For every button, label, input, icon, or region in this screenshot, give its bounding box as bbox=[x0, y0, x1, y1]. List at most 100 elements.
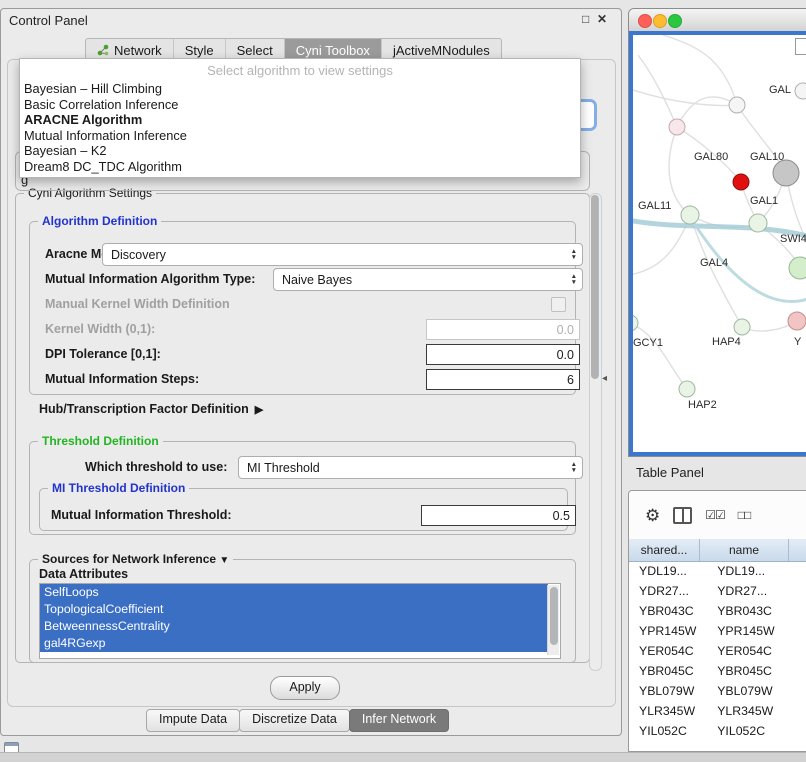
node-label: GCY1 bbox=[633, 337, 663, 349]
network-canvas[interactable]: GAL GAL80 GAL10 GAL11 GAL1 SWI4 GAL4 GCY… bbox=[633, 35, 806, 452]
disclosure-right-icon: ▶ bbox=[255, 404, 263, 416]
selected-value: MI Threshold bbox=[247, 461, 320, 475]
close-icon[interactable]: ✕ bbox=[597, 12, 607, 26]
column-header-shared[interactable]: shared... bbox=[629, 539, 700, 561]
algorithm-option[interactable]: Mutual Information Inference bbox=[20, 128, 580, 144]
table-panel-window: ⚙ ☑☑ □□ shared... name YDL19...YDL19...1… bbox=[628, 490, 806, 752]
screen: Control Panel □ ✕ Network Style Select C… bbox=[0, 0, 806, 762]
selected-value: Naive Bayes bbox=[282, 273, 352, 287]
restore-icon[interactable]: □ bbox=[582, 12, 589, 26]
kernel-width-field[interactable]: 0.0 bbox=[426, 319, 580, 340]
network-node[interactable] bbox=[729, 97, 745, 113]
mac-close-button[interactable] bbox=[638, 14, 652, 28]
network-view-window: GAL GAL80 GAL10 GAL11 GAL1 SWI4 GAL4 GCY… bbox=[628, 8, 806, 457]
sources-disclosure[interactable]: Sources for Network Inference ▼ bbox=[38, 552, 233, 566]
table-row[interactable]: YBR043CYBR043C bbox=[629, 601, 806, 621]
dpi-tolerance-field[interactable]: 0.0 bbox=[426, 344, 580, 365]
control-panel-title: Control Panel bbox=[9, 13, 88, 28]
manual-kernel-checkbox[interactable] bbox=[551, 297, 566, 312]
apply-button[interactable]: Apply bbox=[270, 676, 340, 700]
algorithm-option[interactable]: Dream8 DC_TDC Algorithm bbox=[20, 159, 580, 175]
network-node-selected[interactable] bbox=[733, 174, 749, 190]
network-node[interactable] bbox=[734, 319, 750, 335]
attribute-item[interactable]: SelfLoops bbox=[40, 584, 548, 601]
mi-algorithm-type-label: Mutual Information Algorithm Type: bbox=[45, 272, 255, 286]
scrollbar-thumb[interactable] bbox=[550, 587, 558, 645]
select-all-checks-icon[interactable]: ☑☑ bbox=[705, 508, 725, 522]
attribute-item[interactable]: gal4RGexp bbox=[40, 635, 548, 652]
scrollbar-thumb[interactable] bbox=[591, 195, 599, 379]
node-label: HAP2 bbox=[688, 399, 717, 411]
table-panel-title: Table Panel bbox=[636, 465, 704, 480]
node-label: GAL1 bbox=[750, 195, 778, 207]
disclosure-down-icon: ▼ bbox=[219, 555, 229, 566]
spinner-arrows-icon: ▲▼ bbox=[571, 462, 577, 473]
network-overview-box bbox=[795, 38, 806, 55]
aracne-mode-select[interactable]: Discovery ▲▼ bbox=[102, 243, 583, 266]
kernel-width-label: Kernel Width (0,1): bbox=[45, 322, 155, 336]
selected-value: Discovery bbox=[111, 248, 166, 262]
column-header-extra[interactable] bbox=[789, 539, 806, 561]
table-row[interactable]: YDR27...YDR27...12 bbox=[629, 581, 806, 601]
algorithm-option[interactable]: Basic Correlation Inference bbox=[20, 97, 580, 113]
table-row[interactable]: YDL19...YDL19...13 bbox=[629, 561, 806, 581]
attribute-item[interactable]: TopologicalCoefficient bbox=[40, 601, 548, 618]
which-threshold-select[interactable]: MI Threshold ▲▼ bbox=[238, 456, 583, 479]
mi-steps-field[interactable]: 6 bbox=[426, 369, 580, 390]
network-node[interactable] bbox=[773, 160, 799, 186]
table-row[interactable]: YBL079WYBL079W bbox=[629, 681, 806, 701]
panel-collapse-icon[interactable]: ◂ bbox=[602, 373, 607, 384]
table-row[interactable]: YER054CYER054C8. bbox=[629, 641, 806, 661]
mi-algorithm-type-select[interactable]: Naive Bayes ▲▼ bbox=[273, 268, 583, 291]
clear-checks-icon[interactable]: □□ bbox=[738, 508, 751, 522]
bottom-status-bar bbox=[0, 752, 806, 762]
node-label: HAP4 bbox=[712, 336, 741, 348]
table-header: shared... name bbox=[629, 539, 806, 562]
dropdown-placeholder: Select algorithm to view settings bbox=[20, 61, 580, 81]
tab-discretize-data[interactable]: Discretize Data bbox=[239, 709, 350, 732]
network-node[interactable] bbox=[681, 206, 699, 224]
network-window-titlebar[interactable] bbox=[629, 9, 806, 32]
spinner-arrows-icon: ▲▼ bbox=[571, 274, 577, 285]
attribute-item[interactable]: BetweennessCentrality bbox=[40, 618, 548, 635]
tab-label: Network bbox=[114, 43, 162, 58]
algorithm-option[interactable]: Bayesian – K2 bbox=[20, 143, 580, 159]
network-node[interactable] bbox=[669, 119, 685, 135]
network-node[interactable] bbox=[749, 214, 767, 232]
settings-scrollbar[interactable] bbox=[589, 193, 602, 671]
algorithm-option-selected[interactable]: ARACNE Algorithm bbox=[20, 112, 580, 128]
column-header-name[interactable]: name bbox=[700, 539, 789, 561]
tab-infer-network[interactable]: Infer Network bbox=[349, 709, 449, 732]
mac-minimize-button[interactable] bbox=[653, 14, 667, 28]
table-row[interactable]: YIL052CYIL052C bbox=[629, 721, 806, 741]
network-graph: GAL GAL80 GAL10 GAL11 GAL1 SWI4 GAL4 GCY… bbox=[633, 35, 806, 452]
bottom-tabbar: Impute Data Discretize Data Infer Networ… bbox=[147, 709, 449, 732]
network-node[interactable] bbox=[679, 381, 695, 397]
group-title: MI Threshold Definition bbox=[48, 481, 189, 495]
algorithm-dropdown-popup: Select algorithm to view settings Bayesi… bbox=[19, 58, 581, 178]
group-title: Algorithm Definition bbox=[38, 214, 161, 228]
network-node[interactable] bbox=[795, 83, 806, 99]
mac-zoom-button[interactable] bbox=[668, 14, 682, 28]
node-label: GAL80 bbox=[694, 151, 728, 163]
node-label: GAL4 bbox=[700, 257, 728, 269]
network-node[interactable] bbox=[789, 257, 806, 279]
table-row[interactable]: YBR045CYBR045C9. bbox=[629, 661, 806, 681]
table-row[interactable]: YPR145WYPR145W9. bbox=[629, 621, 806, 641]
mi-threshold-label: Mutual Information Threshold: bbox=[51, 508, 232, 522]
tab-impute-data[interactable]: Impute Data bbox=[146, 709, 240, 732]
hub-definition-disclosure[interactable]: Hub/Transcription Factor Definition▶ bbox=[39, 402, 263, 416]
network-node[interactable] bbox=[788, 312, 806, 330]
table-row[interactable]: YLR345WYLR345W9. bbox=[629, 701, 806, 721]
algorithm-option[interactable]: Bayesian – Hill Climbing bbox=[20, 81, 580, 97]
list-scrollbar[interactable] bbox=[547, 585, 559, 655]
gear-icon[interactable]: ⚙ bbox=[645, 507, 660, 524]
mi-threshold-field[interactable]: 0.5 bbox=[421, 505, 576, 526]
network-node[interactable] bbox=[633, 315, 638, 331]
columns-icon[interactable] bbox=[673, 507, 692, 524]
data-attributes-label: Data Attributes bbox=[39, 567, 128, 581]
node-label: GAL11 bbox=[638, 200, 671, 212]
spinner-arrows-icon: ▲▼ bbox=[571, 249, 577, 260]
node-label: SWI4 bbox=[780, 233, 806, 245]
table-body: YDL19...YDL19...13 YDR27...YDR27...12 YB… bbox=[629, 561, 806, 751]
